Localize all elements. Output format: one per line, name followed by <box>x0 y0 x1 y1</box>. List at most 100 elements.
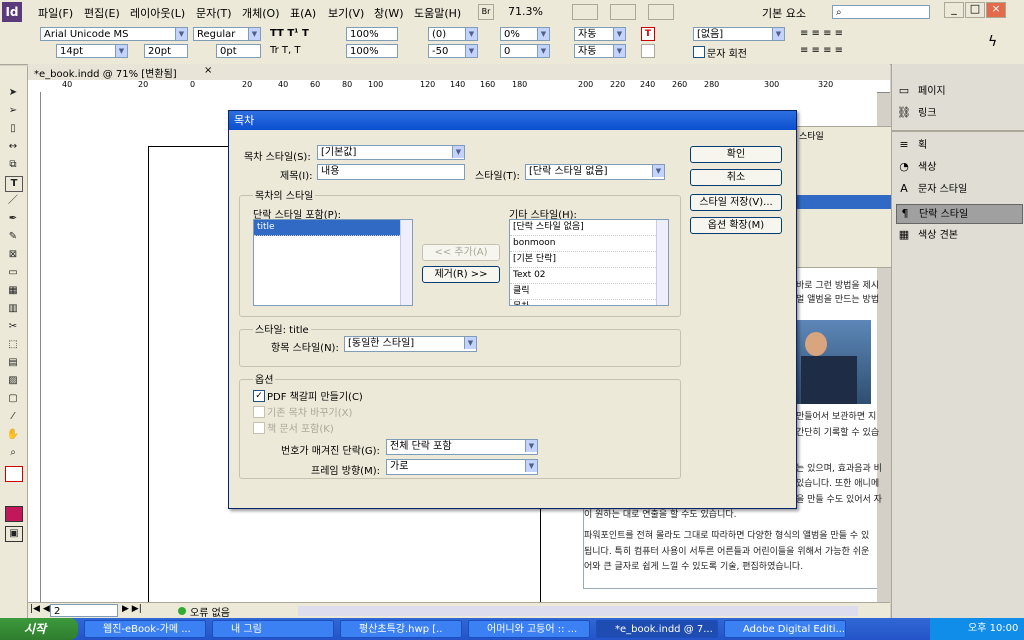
line-tool-icon[interactable]: ／ <box>5 194 21 208</box>
other-list-scrollbar[interactable] <box>656 220 668 305</box>
taskbar-item[interactable]: 내 그림 <box>212 620 334 638</box>
justify-buttons[interactable]: ≡ ≡ ≡ ≡ <box>800 45 843 56</box>
close-icon[interactable]: × <box>204 65 212 76</box>
menu-help[interactable]: 도움말(H) <box>414 5 461 21</box>
page-nav-next[interactable]: ▶ ▶| <box>122 604 142 614</box>
gradient-feather-tool-icon[interactable]: ▨ <box>5 374 21 388</box>
font-style-select[interactable]: Regular ▼ <box>193 27 261 41</box>
remove-style-button[interactable]: 제거(R) >> <box>422 266 500 283</box>
ok-button[interactable]: 확인 <box>690 146 782 163</box>
menu-file[interactable]: 파일(F) <box>38 5 73 21</box>
eyedropper-tool-icon[interactable]: ⁄ <box>5 410 21 424</box>
stroke-none-icon[interactable] <box>641 44 655 58</box>
start-button[interactable]: 시작 <box>0 618 78 640</box>
panel-char-styles[interactable]: A 문자 스타일 <box>896 180 1021 198</box>
vertical-scale-field[interactable]: 100% <box>346 27 398 41</box>
include-book-checkbox[interactable] <box>253 422 265 434</box>
page-tool-icon[interactable]: ▯ <box>5 122 21 136</box>
menu-view[interactable]: 보기(V) <box>328 5 364 21</box>
toc-style-select[interactable]: [기본값] ▼ <box>317 145 465 160</box>
note-tool-icon[interactable]: ▢ <box>5 392 21 406</box>
pdf-bookmark-checkbox[interactable]: ✓ <box>253 390 265 402</box>
selection-tool-icon[interactable]: ➤ <box>5 86 21 100</box>
font-size-field[interactable]: 14pt ▼ <box>56 44 128 58</box>
add-style-button[interactable]: << 추가(A) <box>422 244 500 261</box>
list-item[interactable]: Text 02 <box>510 268 668 284</box>
replace-toc-checkbox[interactable] <box>253 406 265 418</box>
auto-select-1[interactable]: 자동 ▼ <box>574 27 626 41</box>
menu-object[interactable]: 개체(O) <box>242 5 279 21</box>
panel-para-styles[interactable]: ¶ 단락 스타일 <box>896 204 1023 224</box>
rectangle-frame-tool-icon[interactable]: ⊠ <box>5 248 21 262</box>
small-caps-icon[interactable]: Tr T, T <box>270 45 301 56</box>
rotate-field[interactable]: 0 ▼ <box>500 44 550 58</box>
zoom-level[interactable]: 71.3% <box>508 5 543 18</box>
entry-style-select[interactable]: [동일한 스타일] ▼ <box>344 336 477 352</box>
taskbar-item[interactable]: Adobe Digital Editi... <box>724 620 846 638</box>
menu-type[interactable]: 문자(T) <box>196 5 232 21</box>
list-item[interactable]: [기본 단락] <box>510 252 668 268</box>
language-select[interactable]: [없음] ▼ <box>693 27 785 41</box>
lightning-icon[interactable]: ϟ <box>988 34 997 50</box>
other-styles-list[interactable]: [단락 스타일 없음] bonmoon [기본 단락] Text 02 클릭 목… <box>509 219 669 306</box>
cancel-button[interactable]: 취소 <box>690 169 782 186</box>
preflight-status[interactable]: 오류 없음 <box>190 604 230 619</box>
page-nav-prev[interactable]: |◀ ◀ <box>30 604 50 614</box>
panel-swatches[interactable]: ▦ 색상 견본 <box>896 226 1021 244</box>
panel-stroke[interactable]: ≡ 획 <box>896 136 1021 154</box>
align-buttons[interactable]: ≡ ≡ ≡ ≡ <box>800 28 843 39</box>
all-caps-icon[interactable]: TT T¹ T <box>270 28 309 39</box>
photo-man[interactable] <box>795 320 871 404</box>
close-button[interactable]: × <box>986 2 1006 18</box>
title-input[interactable]: 내용 <box>317 164 465 180</box>
title-style-select[interactable]: [단락 스타일 없음] ▼ <box>525 164 665 180</box>
fill-color-icon[interactable]: T <box>641 27 655 41</box>
include-styles-list[interactable]: title <box>253 219 413 306</box>
gap-tool-icon[interactable]: ↔ <box>5 140 21 154</box>
more-options-button[interactable]: 옵션 확장(M) <box>690 217 782 234</box>
taskbar-item[interactable]: 어머니와 고등어 :: ... <box>468 620 590 638</box>
leading-field[interactable]: 20pt <box>144 44 188 58</box>
minimize-button[interactable]: _ <box>944 2 964 18</box>
search-input[interactable]: ⌕ <box>832 5 930 19</box>
list-item[interactable]: [단락 스타일 없음] <box>510 220 668 236</box>
bridge-icon[interactable]: Br <box>478 4 494 20</box>
panel-color[interactable]: ◔ 색상 <box>896 158 1021 176</box>
list-item[interactable]: 목차 <box>510 300 668 305</box>
page-number-field[interactable]: 2 <box>50 604 118 617</box>
list-item[interactable]: bonmoon <box>510 236 668 252</box>
direct-selection-tool-icon[interactable]: ➢ <box>5 104 21 118</box>
menu-window[interactable]: 창(W) <box>374 5 404 21</box>
workspace-switcher[interactable]: 기본 요소 <box>762 5 806 21</box>
fill-stroke-icon[interactable] <box>5 466 23 482</box>
list-item[interactable]: title <box>254 220 412 236</box>
grid-tool-icon[interactable]: ▥ <box>5 302 21 316</box>
taskbar-item-active[interactable]: *e_book.indd @ 7... <box>596 620 718 638</box>
font-family-select[interactable]: Arial Unicode MS ▼ <box>40 27 188 41</box>
gradient-tool-icon[interactable]: ▤ <box>5 356 21 370</box>
taskbar-item[interactable]: 평산초특강.hwp [.. <box>340 620 462 638</box>
apply-color-icon[interactable] <box>5 506 23 522</box>
kerning-field[interactable]: (0) ▼ <box>428 27 478 41</box>
frame-direction-select[interactable]: 가로 ▼ <box>386 459 538 475</box>
rectangle-tool-icon[interactable]: ▭ <box>5 266 21 280</box>
menu-layout[interactable]: 레이아웃(L) <box>130 5 185 21</box>
menu-edit[interactable]: 편집(E) <box>84 5 120 21</box>
horizontal-scale-field[interactable]: 100% <box>346 44 398 58</box>
styles-panel-tab[interactable]: 스타일 <box>799 129 824 142</box>
free-transform-tool-icon[interactable]: ⬚ <box>5 338 21 352</box>
maximize-button[interactable]: □ <box>965 2 985 18</box>
numbered-paragraphs-select[interactable]: 전체 단락 포함 ▼ <box>386 439 538 455</box>
scissors-tool-icon[interactable]: ✂ <box>5 320 21 334</box>
hand-tool-icon[interactable]: ✋ <box>5 428 21 442</box>
button-tool-icon[interactable]: ▦ <box>5 284 21 298</box>
view-options-icon[interactable] <box>572 4 598 20</box>
document-tab[interactable]: *e_book.indd @ 71% [변환됨] × <box>28 64 890 81</box>
baseline-field[interactable]: 0pt <box>216 44 261 58</box>
pencil-tool-icon[interactable]: ✎ <box>5 230 21 244</box>
clock[interactable]: 오후 10:00 <box>968 623 1018 634</box>
list-item[interactable]: 클릭 <box>510 284 668 300</box>
auto-select-2[interactable]: 자동 ▼ <box>574 44 626 58</box>
panel-links[interactable]: ⛓ 링크 <box>896 104 1021 122</box>
include-list-scrollbar[interactable] <box>400 220 412 305</box>
